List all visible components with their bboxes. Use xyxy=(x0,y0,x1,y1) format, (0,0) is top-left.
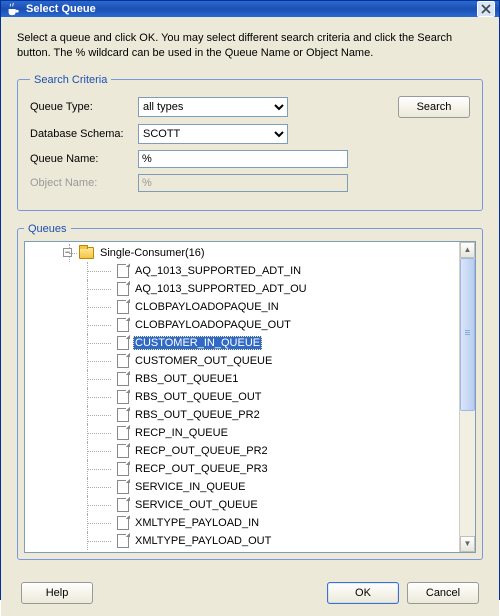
row-queue-type: Queue Type: all types Search xyxy=(30,96,470,118)
dialog-content: Select a queue and click OK. You may sel… xyxy=(1,17,499,616)
window-title: Select Queue xyxy=(26,3,477,15)
document-icon xyxy=(117,282,129,296)
search-criteria-group: Search Criteria Queue Type: all types Se… xyxy=(17,74,483,211)
tree-item-label: RECP_OUT_QUEUE_PR3 xyxy=(133,463,270,475)
tree-item-label: AQ_1013_SUPPORTED_ADT_IN xyxy=(133,265,303,277)
document-icon xyxy=(117,354,129,368)
document-icon xyxy=(117,336,129,350)
db-schema-label: Database Schema: xyxy=(30,128,130,140)
tree-item[interactable]: SERVICE_OUT_QUEUE xyxy=(27,496,457,514)
tree-item-label: CLOBPAYLOADOPAQUE_IN xyxy=(133,301,281,313)
document-icon xyxy=(117,444,129,458)
queues-legend: Queues xyxy=(24,223,71,235)
document-icon xyxy=(117,534,129,548)
tree-item-label: SERVICE_OUT_QUEUE xyxy=(133,499,260,511)
row-object-name: Object Name: xyxy=(30,174,470,192)
dialog-window: Select Queue Select a queue and click OK… xyxy=(0,0,500,600)
tree-item[interactable]: RECP_OUT_QUEUE_PR3 xyxy=(27,460,457,478)
scroll-track[interactable] xyxy=(460,258,475,536)
document-icon xyxy=(117,498,129,512)
tree-item-label: CLOBPAYLOADOPAQUE_OUT xyxy=(133,319,293,331)
document-icon xyxy=(117,408,129,422)
tree-viewport[interactable]: − Single-Consumer(16) AQ_1013_SUPPORTED_AD… xyxy=(25,242,459,552)
queue-name-input[interactable] xyxy=(138,150,348,168)
object-name-label: Object Name: xyxy=(30,177,130,189)
document-icon xyxy=(117,516,129,530)
row-db-schema: Database Schema: SCOTT xyxy=(30,124,470,144)
tree-item-label: SERVICE_IN_QUEUE xyxy=(133,481,247,493)
tree-item[interactable]: RECP_IN_QUEUE xyxy=(27,424,457,442)
object-name-input xyxy=(138,174,348,192)
tree-item[interactable]: RBS_OUT_QUEUE_PR2 xyxy=(27,406,457,424)
tree-item-label: XMLTYPE_PAYLOAD_IN xyxy=(133,517,261,529)
search-criteria-legend: Search Criteria xyxy=(30,74,111,86)
db-schema-select[interactable]: SCOTT xyxy=(138,124,288,144)
tree-item[interactable]: XMLTYPE_PAYLOAD_OUT xyxy=(27,532,457,550)
collapse-toggle-icon[interactable]: − xyxy=(63,248,72,257)
tree-item[interactable]: CUSTOMER_OUT_QUEUE xyxy=(27,352,457,370)
document-icon xyxy=(117,462,129,476)
tree-item[interactable]: SERVICE_IN_QUEUE xyxy=(27,478,457,496)
titlebar: Select Queue xyxy=(1,1,499,17)
help-button[interactable]: Help xyxy=(21,582,93,604)
tree-folder-label: Single-Consumer(16) xyxy=(98,247,207,259)
tree-item-label: CUSTOMER_IN_QUEUE xyxy=(133,336,262,350)
scroll-thumb[interactable] xyxy=(460,258,475,411)
tree-item-label: RECP_OUT_QUEUE_PR2 xyxy=(133,445,270,457)
tree-item[interactable]: AQ_1013_SUPPORTED_ADT_OU xyxy=(27,280,457,298)
queue-tree: − Single-Consumer(16) AQ_1013_SUPPORTED_AD… xyxy=(24,241,476,553)
ok-button[interactable]: OK xyxy=(327,582,399,604)
document-icon xyxy=(117,300,129,314)
queue-type-select[interactable]: all types xyxy=(138,97,288,117)
java-icon xyxy=(5,1,21,17)
tree-item-label: CUSTOMER_OUT_QUEUE xyxy=(133,355,274,367)
queues-group: Queues − Single-Consumer(16) AQ_1013_SUPPO… xyxy=(17,223,483,560)
button-bar: Help OK Cancel xyxy=(17,572,483,606)
tree-item[interactable]: AQ_1013_SUPPORTED_ADT_IN xyxy=(27,262,457,280)
tree-item[interactable]: RECP_OUT_QUEUE_PR2 xyxy=(27,442,457,460)
document-icon xyxy=(117,264,129,278)
tree-item[interactable]: RBS_OUT_QUEUE_OUT xyxy=(27,388,457,406)
document-icon xyxy=(117,318,129,332)
queue-type-label: Queue Type: xyxy=(30,101,130,113)
scroll-down-button[interactable]: ▼ xyxy=(460,536,475,552)
tree-item-label: RBS_OUT_QUEUE_OUT xyxy=(133,391,264,403)
folder-open-icon xyxy=(79,247,94,259)
search-button[interactable]: Search xyxy=(398,96,470,118)
tree-item-label: RBS_OUT_QUEUE_PR2 xyxy=(133,409,262,421)
cancel-button[interactable]: Cancel xyxy=(407,582,479,604)
tree-item[interactable]: XMLTYPE_PAYLOAD_IN xyxy=(27,514,457,532)
tree-item-label: XMLTYPE_PAYLOAD_OUT xyxy=(133,535,273,547)
tree-item-label: RBS_OUT_QUEUE1 xyxy=(133,373,240,385)
tree-item[interactable]: CLOBPAYLOADOPAQUE_OUT xyxy=(27,316,457,334)
row-queue-name: Queue Name: xyxy=(30,150,470,168)
close-button[interactable] xyxy=(477,1,495,17)
vertical-scrollbar[interactable]: ▲ ▼ xyxy=(459,242,475,552)
scroll-up-button[interactable]: ▲ xyxy=(460,242,475,258)
instructions-text: Select a queue and click OK. You may sel… xyxy=(17,31,483,62)
document-icon xyxy=(117,372,129,386)
tree-item[interactable]: CLOBPAYLOADOPAQUE_IN xyxy=(27,298,457,316)
document-icon xyxy=(117,426,129,440)
queue-name-label: Queue Name: xyxy=(30,153,130,165)
tree-item[interactable]: CUSTOMER_IN_QUEUE xyxy=(27,334,457,352)
document-icon xyxy=(117,390,129,404)
tree-item-label: AQ_1013_SUPPORTED_ADT_OU xyxy=(133,283,309,295)
tree-item[interactable]: RBS_OUT_QUEUE1 xyxy=(27,370,457,388)
tree-folder-single-consumer[interactable]: − Single-Consumer(16) xyxy=(27,244,457,262)
tree-item-label: RECP_IN_QUEUE xyxy=(133,427,230,439)
document-icon xyxy=(117,480,129,494)
